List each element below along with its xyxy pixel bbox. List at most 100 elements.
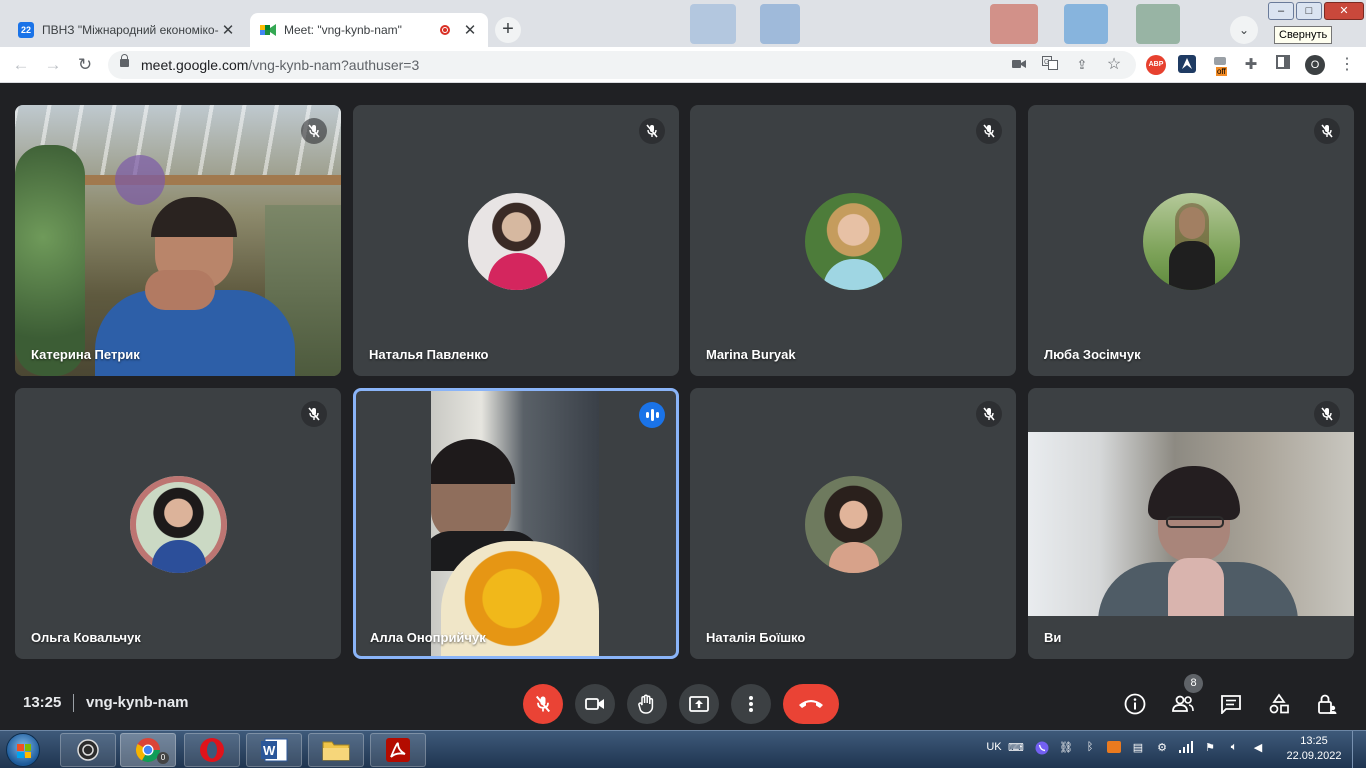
videocam-icon — [585, 698, 604, 710]
taskbar-app-acrobat[interactable] — [370, 733, 426, 767]
show-hidden-icons-icon[interactable]: ◀ — [1250, 741, 1266, 757]
hotkeys-app-icon — [77, 739, 99, 761]
background-window-deco — [690, 4, 736, 44]
address-bar[interactable]: meet.google.com/vng-kynb-nam?authuser=3 … — [108, 51, 1136, 79]
activities-icon — [1269, 693, 1289, 714]
minimize-button[interactable]: – — [1268, 2, 1294, 20]
viber-icon[interactable] — [1034, 741, 1050, 757]
browser-menu-icon[interactable]: ⋮ — [1337, 55, 1357, 75]
tab-search-chevron-icon[interactable]: ⌄ — [1230, 16, 1258, 44]
reload-icon[interactable]: ↻ — [72, 52, 98, 78]
mic-off-icon — [976, 118, 1002, 144]
security-icon[interactable]: ⚙ — [1154, 741, 1170, 757]
chrome-badge: 0 — [157, 752, 169, 764]
language-indicator[interactable]: UK — [984, 741, 1004, 757]
more-options-button[interactable] — [731, 684, 771, 724]
camera-in-use-icon[interactable] — [1010, 56, 1028, 74]
side-panel-icon[interactable] — [1273, 55, 1293, 75]
hand-icon — [638, 694, 654, 714]
show-desktop-button[interactable] — [1352, 731, 1366, 768]
bluetooth-icon[interactable]: ᛒ — [1082, 741, 1098, 757]
present-screen-button[interactable] — [679, 684, 719, 724]
leave-call-button[interactable] — [783, 684, 839, 724]
meet-favicon-icon — [260, 22, 276, 38]
camera-toggle-button[interactable] — [575, 684, 615, 724]
back-arrow-icon[interactable]: ← — [8, 52, 34, 78]
new-tab-button[interactable]: + — [495, 17, 521, 43]
taskbar-app-word[interactable]: W — [246, 733, 302, 767]
close-tab-icon[interactable]: ✕ — [462, 21, 478, 39]
link-icon[interactable]: ⛓ — [1058, 741, 1074, 757]
participant-tile[interactable]: Marina Buryak — [690, 105, 1016, 376]
bookmark-star-icon[interactable]: ☆ — [1105, 56, 1123, 74]
participant-tile[interactable]: Ольга Ковальчук — [15, 388, 341, 659]
word-icon: W — [261, 738, 288, 762]
taskbar-app-opera[interactable] — [184, 733, 240, 767]
acrobat-icon — [386, 738, 410, 762]
participant-tile-speaking[interactable]: Алла Оноприйчук — [353, 388, 679, 659]
action-center-flag-icon[interactable]: ⚑ — [1202, 741, 1218, 757]
tab-meet[interactable]: Meet: "vng-kynb-nam" ✕ — [250, 13, 488, 47]
vpn-extension-icon[interactable] — [1177, 55, 1197, 75]
mic-toggle-button[interactable] — [523, 684, 563, 724]
lock-icon[interactable] — [120, 54, 129, 67]
raise-hand-button[interactable] — [627, 684, 667, 724]
mic-off-icon — [1314, 118, 1340, 144]
mic-off-icon — [301, 401, 327, 427]
participant-name: Катерина Петрик — [31, 347, 140, 362]
mic-off-icon — [301, 118, 327, 144]
mic-off-icon — [1314, 401, 1340, 427]
participant-name: Ви — [1044, 630, 1062, 645]
translate-icon[interactable]: G — [1041, 56, 1059, 74]
close-tab-icon[interactable]: ✕ — [220, 21, 236, 39]
participant-tile[interactable]: Люба Зосімчук — [1028, 105, 1354, 376]
tab-title: ПВНЗ "Міжнародний економіко- — [42, 23, 219, 37]
self-video — [1028, 432, 1354, 616]
keyboard-icon[interactable]: ⌨ — [1008, 741, 1024, 757]
chat-button[interactable] — [1215, 688, 1247, 720]
tray-app-icon[interactable] — [1106, 741, 1122, 757]
url-text[interactable]: meet.google.com/vng-kynb-nam?authuser=3 — [141, 57, 419, 73]
participant-avatar — [468, 192, 565, 290]
taskbar-app-hotkeys[interactable] — [60, 733, 116, 767]
divider — [73, 694, 74, 712]
close-window-button[interactable]: ✕ — [1324, 2, 1364, 20]
participant-name: Ольга Ковальчук — [31, 630, 141, 645]
extensions-puzzle-icon[interactable]: ✚ — [1241, 55, 1261, 75]
windows-taskbar: 0 W UK ⌨ ⛓ ᛒ ▤ ⚙ ⚑ 🔈︎ ◀ 13:25 22.09.2022 — [0, 730, 1366, 768]
participant-tile[interactable]: Наталья Павленко — [353, 105, 679, 376]
taskbar-app-chrome[interactable]: 0 — [120, 733, 176, 767]
share-icon[interactable]: ⇪ — [1073, 56, 1091, 74]
participant-name: Наталія Боїшко — [706, 630, 806, 645]
participant-tile[interactable]: Катерина Петрик — [15, 105, 341, 376]
volume-icon[interactable]: 🔈︎ — [1226, 741, 1242, 757]
clock-date: 22.09.2022 — [1286, 750, 1342, 762]
maximize-button[interactable]: □ — [1296, 2, 1322, 20]
extension-off-icon[interactable]: off — [1210, 55, 1230, 76]
window-tooltip: Свернуть — [1274, 26, 1333, 44]
background-window-deco — [760, 4, 800, 44]
system-clock[interactable]: 13:25 22.09.2022 — [1284, 734, 1344, 764]
participant-tile[interactable]: Наталія Боїшко — [690, 388, 1016, 659]
host-controls-button[interactable] — [1311, 688, 1343, 720]
activities-button[interactable] — [1263, 688, 1295, 720]
taskbar-app-explorer[interactable] — [308, 733, 364, 767]
signal-icon[interactable] — [1178, 741, 1194, 757]
forward-arrow-icon[interactable]: → — [40, 52, 66, 78]
tab-title: Meet: "vng-kynb-nam" — [284, 23, 402, 37]
browser-tab-strip: 22 ПВНЗ "Міжнародний економіко- ✕ Meet: … — [0, 0, 1366, 47]
profile-avatar[interactable]: O — [1305, 55, 1325, 75]
recording-icon — [440, 25, 450, 35]
call-end-icon — [799, 700, 823, 708]
speaking-indicator-icon — [639, 402, 665, 428]
start-button[interactable] — [6, 733, 40, 767]
network-monitor-icon[interactable]: ▤ — [1130, 741, 1146, 757]
windows-logo-icon — [17, 744, 31, 758]
participant-tile-self[interactable]: Ви — [1028, 388, 1354, 659]
adblock-plus-icon[interactable]: ABP — [1146, 55, 1166, 75]
meeting-code[interactable]: vng-kynb-nam — [86, 694, 189, 711]
meeting-details-button[interactable] — [1119, 688, 1151, 720]
tab-institution[interactable]: 22 ПВНЗ "Міжнародний економіко- ✕ — [8, 13, 246, 47]
people-count-badge: 8 — [1184, 674, 1203, 693]
browser-toolbar: ← → ↻ meet.google.com/vng-kynb-nam?authu… — [0, 47, 1366, 83]
